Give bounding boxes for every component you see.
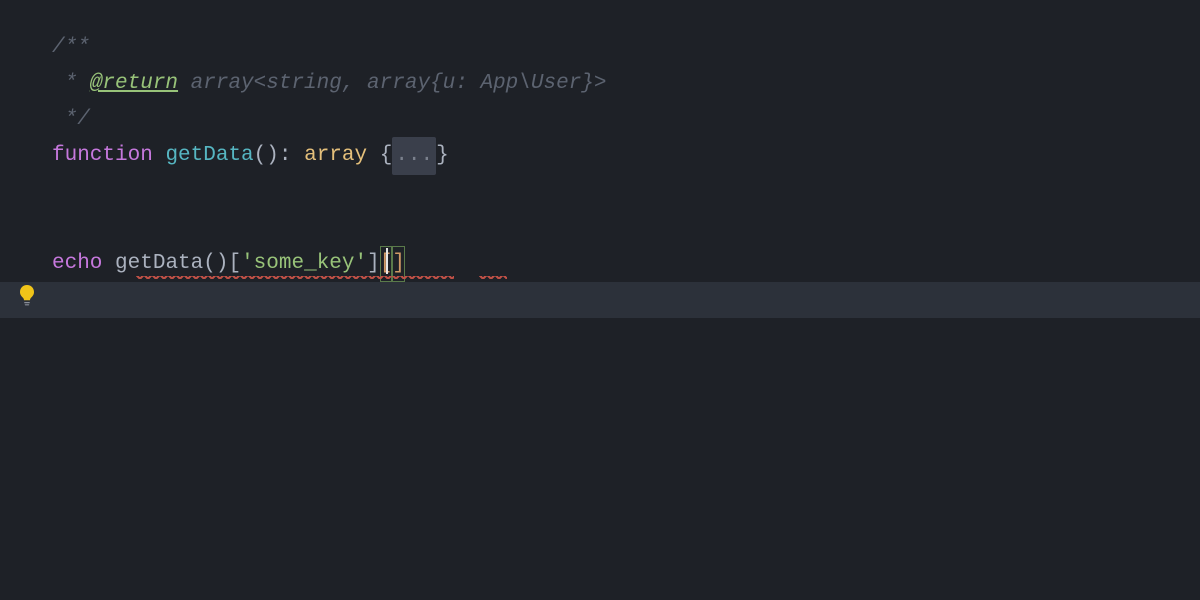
colon: :: [279, 138, 304, 174]
code-line[interactable]: /**: [52, 30, 1200, 66]
keyword-echo: echo: [52, 246, 102, 282]
return-type: array: [304, 138, 367, 174]
code-fold-marker[interactable]: ...: [392, 137, 436, 175]
brace-open: {: [367, 138, 392, 174]
current-line-highlight: [0, 282, 1200, 318]
code-line[interactable]: */: [52, 102, 1200, 138]
blank-line[interactable]: [52, 210, 1200, 246]
docblock-open: /**: [52, 30, 90, 66]
docblock-star: *: [52, 66, 90, 102]
phpdoc-type: array<string, array{u: App\User}>: [178, 66, 606, 102]
phpdoc-return-tag: @return: [90, 66, 178, 102]
code-line[interactable]: * @return array<string, array{u: App\Use…: [52, 66, 1200, 102]
docblock-close: */: [52, 102, 90, 138]
code-line[interactable]: function getData(): array {...}: [52, 138, 1200, 174]
code-line-current[interactable]: echo getData()['some_key'][]: [52, 246, 1200, 282]
error-underline: [479, 276, 507, 279]
keyword-function: function: [52, 138, 153, 174]
brace-close: }: [436, 138, 449, 174]
text-cursor: [386, 248, 388, 274]
code-editor[interactable]: /** * @return array<string, array{u: App…: [0, 0, 1200, 282]
blank-line[interactable]: [52, 174, 1200, 210]
intention-bulb-icon[interactable]: [18, 284, 36, 306]
parens: (): [254, 138, 279, 174]
function-name: getData: [165, 138, 253, 174]
error-underline: [136, 276, 454, 279]
